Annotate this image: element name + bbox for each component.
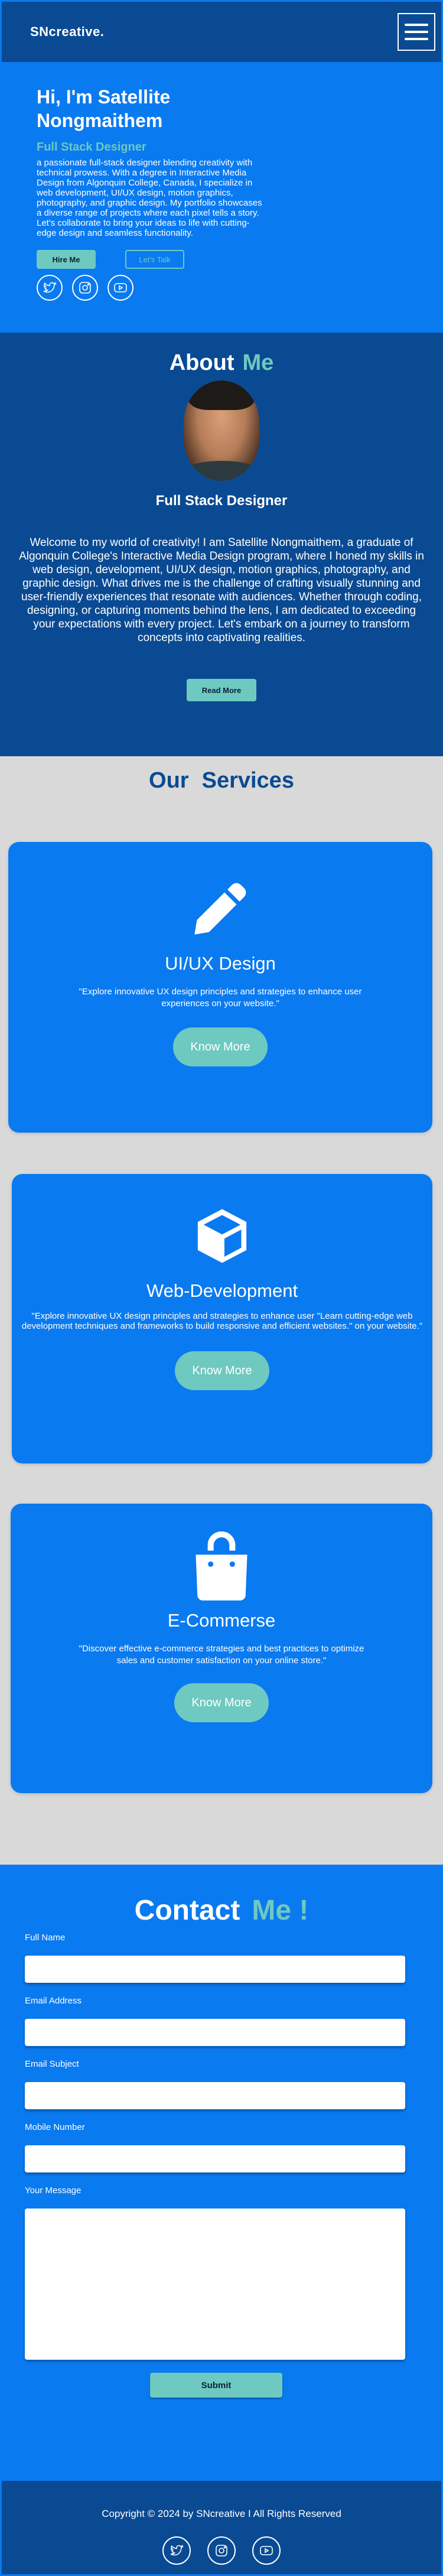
contact-section: Contact Me ! Full Name Email Address Emai… (0, 1865, 443, 2479)
services-title: Our Services (149, 768, 294, 793)
email-input[interactable] (25, 2019, 405, 2046)
brand-logo[interactable]: SNcreative. (30, 24, 104, 40)
twitter-icon[interactable] (37, 275, 63, 301)
profile-photo (184, 380, 259, 481)
site-footer: Copyright © 2024 by SNcreative I All Rig… (0, 2479, 443, 2576)
hero-description: a passionate full-stack designer blendin… (37, 158, 262, 238)
service-description: "Discover effective e-commerce strategie… (79, 1644, 364, 1666)
service-card-uiux: UI/UX Design "Explore innovative UX desi… (8, 842, 432, 1133)
instagram-icon[interactable] (72, 275, 98, 301)
about-text: Welcome to my world of creativity! I am … (19, 536, 424, 644)
service-title: E-Commerse (167, 1610, 276, 1631)
shopping-bag-icon (189, 1528, 254, 1605)
twitter-icon[interactable] (162, 2536, 191, 2565)
mobile-input[interactable] (25, 2145, 405, 2172)
service-title: Web-Development (146, 1280, 298, 1301)
service-card-ecommerce: E-Commerse "Discover effective e-commerc… (11, 1504, 432, 1793)
submit-button[interactable]: Submit (150, 2373, 282, 2398)
service-description: "Explore innovative UX design principles… (21, 1311, 423, 1331)
read-more-button[interactable]: Read More (187, 679, 256, 701)
mobile-label: Mobile Number (25, 2122, 85, 2132)
message-label: Your Message (25, 2185, 82, 2196)
hire-me-button[interactable]: Hire Me (37, 250, 96, 269)
message-textarea[interactable] (25, 2209, 405, 2360)
know-more-button[interactable]: Know More (174, 1683, 269, 1722)
know-more-button[interactable]: Know More (173, 1027, 268, 1066)
pencil-icon (188, 876, 253, 941)
contact-title: Contact Me ! (134, 1895, 309, 1926)
subject-input[interactable] (25, 2082, 405, 2109)
full-name-label: Full Name (25, 1933, 66, 1943)
instagram-icon[interactable] (207, 2536, 236, 2565)
cube-icon (190, 1204, 255, 1269)
copyright-text: Copyright © 2024 by SNcreative I All Rig… (102, 2508, 341, 2519)
youtube-icon[interactable] (108, 275, 133, 301)
service-card-webdev: Web-Development "Explore innovative UX d… (12, 1174, 432, 1463)
subject-label: Email Subject (25, 2059, 79, 2069)
about-role: Full Stack Designer (155, 493, 288, 509)
hero-role: Full Stack Designer (37, 141, 146, 154)
about-section: About Me Full Stack Designer Welcome to m… (0, 333, 443, 756)
hamburger-menu-icon[interactable] (398, 13, 435, 51)
know-more-button[interactable]: Know More (175, 1351, 269, 1390)
service-title: UI/UX Design (165, 953, 276, 974)
site-header: SNcreative. (0, 0, 443, 64)
service-description: "Explore innovative UX design principles… (79, 987, 362, 1009)
services-section: Our Services UI/UX Design "Explore innova… (0, 756, 443, 1865)
youtube-icon[interactable] (252, 2536, 281, 2565)
hero-section: Hi, I'm Satellite Nongmaithem Full Stack… (0, 64, 443, 333)
lets-talk-button[interactable]: Let's Talk (125, 250, 184, 269)
about-title: About Me (169, 350, 274, 375)
full-name-input[interactable] (25, 1956, 405, 1983)
hero-title: Hi, I'm Satellite Nongmaithem (37, 86, 171, 131)
email-label: Email Address (25, 1996, 82, 2006)
